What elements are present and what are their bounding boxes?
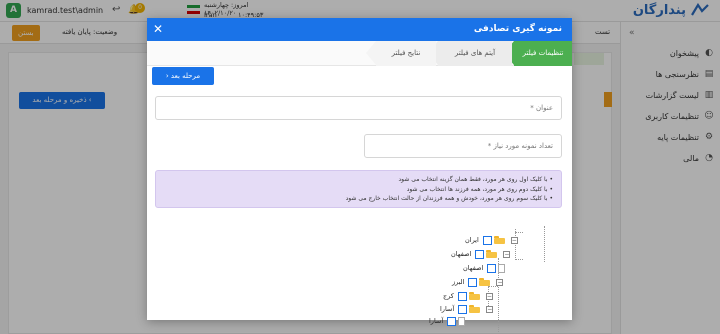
- tree-node-label: البرز: [452, 278, 465, 286]
- tree-connector: [515, 232, 523, 233]
- tree-node-label: اصفهان: [451, 250, 472, 258]
- modal-header: نمونه گیری تصادفی ✕: [147, 18, 572, 41]
- tree-node-asara-folder[interactable]: آسارا −: [440, 303, 494, 315]
- sample-count-placeholder: تعداد نمونه مورد نیاز *: [487, 142, 553, 150]
- tree-node-iran[interactable]: ایران −: [465, 234, 518, 246]
- folder-icon: [486, 250, 498, 258]
- tree-checkbox[interactable]: [457, 291, 467, 301]
- title-field[interactable]: عنوان *: [155, 96, 562, 120]
- sample-count-field[interactable]: تعداد نمونه مورد نیاز *: [364, 134, 562, 158]
- file-icon: [498, 263, 506, 273]
- info-box: با کلیک اول روی هر مورد، فقط همان گزینه …: [155, 170, 562, 208]
- tree-node-isfahan-city[interactable]: اصفهان: [463, 262, 506, 274]
- tree-node-isfahan-province[interactable]: اصفهان −: [451, 248, 511, 260]
- file-icon: [458, 316, 466, 326]
- tree-node-label: ایران: [465, 236, 479, 244]
- collapse-icon[interactable]: −: [496, 278, 504, 286]
- region-tree: ایران − اصفهان − اصفهان البرز − کرج − آس…: [147, 212, 572, 332]
- close-icon[interactable]: ✕: [153, 21, 163, 37]
- info-line-3: با کلیک سوم روی هر مورد، خودش و همه فرزن…: [164, 194, 553, 204]
- folder-icon: [479, 278, 491, 286]
- info-line-1: با کلیک اول روی هر مورد، فقط همان گزینه …: [164, 175, 553, 185]
- step-filter-results[interactable]: نتایج فیلتر: [366, 41, 436, 66]
- collapse-icon[interactable]: −: [503, 250, 511, 258]
- tree-checkbox[interactable]: [468, 277, 478, 287]
- step-filter-items[interactable]: آیتم های فیلتر: [428, 41, 512, 66]
- tree-checkbox[interactable]: [482, 235, 492, 245]
- tree-node-alborz[interactable]: البرز −: [452, 276, 504, 288]
- tree-node-asara-leaf[interactable]: آسارا: [429, 315, 466, 327]
- wizard-steps: تنظیمات فیلتر آیتم های فیلتر نتایج فیلتر: [147, 41, 572, 66]
- next-step-label: مرحله بعد: [170, 72, 201, 80]
- step-filter-settings[interactable]: تنظیمات فیلتر: [504, 41, 572, 66]
- folder-icon: [468, 292, 480, 300]
- tree-node-karaj[interactable]: کرج −: [443, 290, 493, 302]
- tree-connector: [515, 259, 523, 260]
- tree-connector: [544, 226, 545, 262]
- title-placeholder: عنوان *: [530, 104, 553, 112]
- tree-checkbox[interactable]: [475, 249, 485, 259]
- tree-node-label: آسارا: [429, 317, 444, 325]
- tree-node-label: کرج: [443, 292, 454, 300]
- collapse-icon[interactable]: −: [486, 305, 494, 313]
- next-step-button[interactable]: مرحله بعد ‹: [152, 67, 214, 85]
- collapse-icon[interactable]: −: [510, 236, 518, 244]
- modal-title: نمونه گیری تصادفی: [473, 24, 562, 34]
- folder-icon: [469, 305, 481, 313]
- info-line-2: با کلیک دوم روی هر مورد، همه فرزند ها ان…: [164, 185, 553, 195]
- tree-node-label: اصفهان: [463, 264, 484, 272]
- tree-checkbox[interactable]: [458, 304, 468, 314]
- folder-icon: [493, 236, 505, 244]
- tree-checkbox[interactable]: [447, 316, 457, 326]
- tree-checkbox[interactable]: [487, 263, 497, 273]
- tree-node-label: آسارا: [440, 305, 455, 313]
- collapse-icon[interactable]: −: [485, 292, 493, 300]
- random-sampling-modal: نمونه گیری تصادفی ✕ تنظیمات فیلتر آیتم ه…: [147, 18, 572, 332]
